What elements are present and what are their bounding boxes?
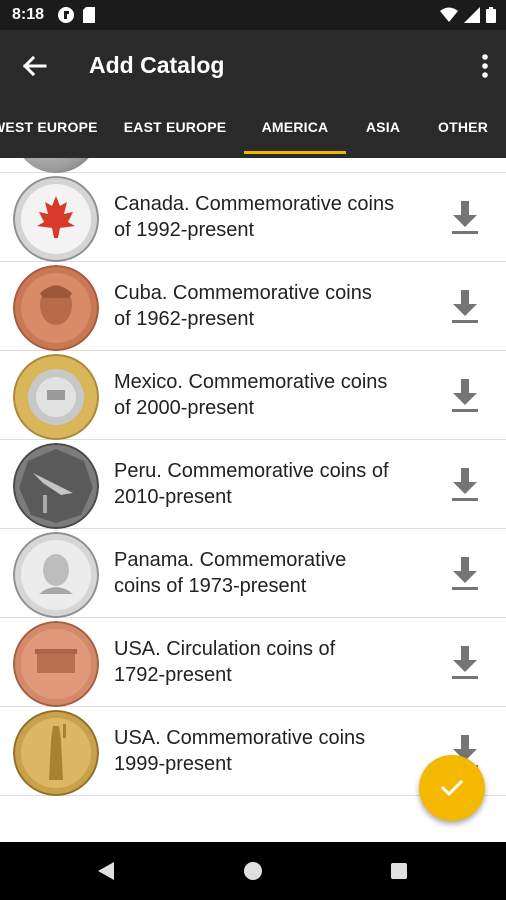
tab-other[interactable]: OTHER [430,102,496,158]
coin-image-mexico [13,354,99,440]
list-item[interactable]: Panama. Commemorative coins of 1973-pres… [0,529,506,618]
catalog-title-line-2: 2010-present [114,486,232,508]
download-icon[interactable] [448,555,482,593]
list-item[interactable]: USA. Circulation coins of 1792-present [0,618,506,707]
catalog-title-line-1: Cuba. Commemorative coins [114,282,372,304]
nav-home-icon[interactable] [243,861,263,881]
tab-asia[interactable]: ASIA [358,102,408,158]
coin-image-peru [13,443,99,529]
more-vert-icon[interactable] [478,50,492,82]
tab-west-europe[interactable]: WEST EUROPE [0,102,97,158]
tab-america[interactable]: AMERICA [244,102,346,158]
catalog-title-line-1: Panama. Commemorative [114,549,347,571]
tab-east-europe[interactable]: EAST EUROPE [120,102,230,158]
catalog-title-line-1: USA. Circulation coins of [114,638,336,660]
back-arrow-icon[interactable] [18,50,50,82]
list-item[interactable]: Cuba. Commemorative coins of 1962-presen… [0,262,506,351]
coin-image-usa-dollar [13,710,99,796]
list-item [0,158,506,173]
catalog-title-line-1: Peru. Commemorative coins of [114,460,389,482]
download-icon[interactable] [448,466,482,504]
catalog-title-line-1: Canada. Commemorative coins [114,193,395,215]
download-icon[interactable] [448,377,482,415]
list-item[interactable]: Canada. Commemorative coins of 1992-pres… [0,173,506,262]
status-time: 8:18 [12,6,45,23]
coin-image-canada [13,176,99,262]
app-notification-icon [58,7,74,23]
catalog-title-line-1: USA. Commemorative coins [114,727,366,749]
coin-image-panama [13,532,99,618]
check-icon [440,779,464,797]
battery-icon [486,7,496,23]
catalog-title-line-2: of 1962-present [114,308,255,330]
download-icon[interactable] [448,644,482,682]
signal-icon [464,7,480,23]
sd-card-icon [83,7,95,23]
catalog-title-line-2: 1999-present [114,753,232,775]
nav-recents-icon[interactable] [390,862,408,880]
catalog-title-line-2: coins of 1973-present [114,575,307,597]
coin-image [13,158,99,173]
catalog-title-line-2: of 1992-present [114,219,255,241]
list-item[interactable]: Mexico. Commemorative coins of 2000-pres… [0,351,506,440]
region-tabs: WEST EUROPE EAST EUROPE AMERICA ASIA OTH… [0,102,506,158]
catalog-title-line-1: Mexico. Commemorative coins [114,371,388,393]
catalog-title-line-2: 1792-present [114,664,232,686]
nav-back-icon[interactable] [96,861,116,881]
download-icon[interactable] [448,288,482,326]
wifi-icon [440,7,458,22]
list-item[interactable]: Peru. Commemorative coins of 2010-presen… [0,440,506,529]
status-bar: 8:18 [0,0,506,30]
coin-image-cuba [13,265,99,351]
active-tab-indicator [244,151,346,154]
page-title: Add Catalog [89,52,225,78]
catalog-title-line-2: of 2000-present [114,397,255,419]
app-bar: Add Catalog [0,30,506,102]
system-nav-bar [0,842,506,900]
catalog-list[interactable]: Canada. Commemorative coins of 1992-pres… [0,158,506,842]
confirm-fab-button[interactable] [419,755,485,821]
coin-image-usa-cent [13,621,99,707]
download-icon[interactable] [448,199,482,237]
